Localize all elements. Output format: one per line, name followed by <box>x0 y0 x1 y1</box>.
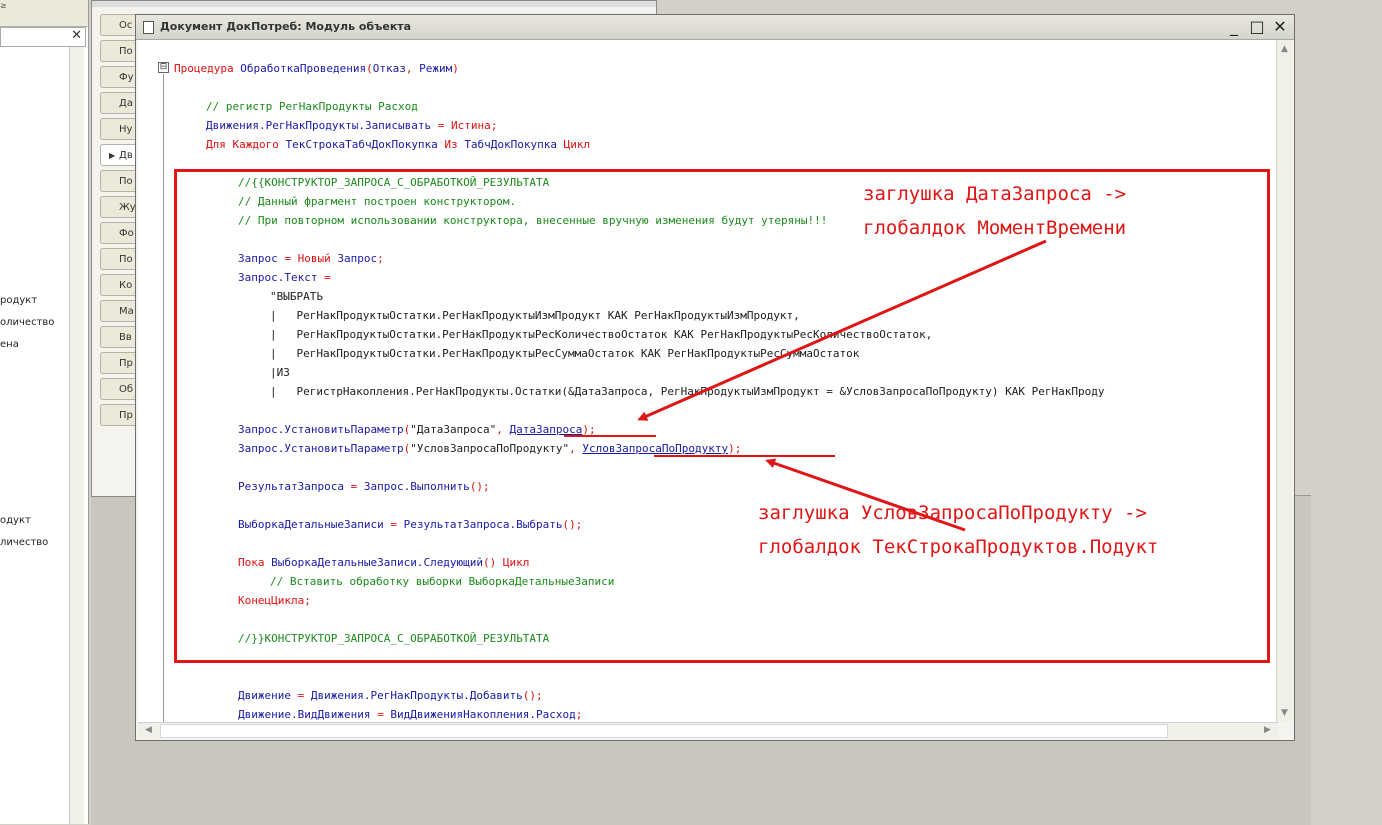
horizontal-scroll-thumb[interactable] <box>160 724 1168 738</box>
arrow-to-date-param <box>637 239 1047 421</box>
tree-item[interactable]: одукт <box>0 515 31 526</box>
form-tab[interactable]: По <box>100 170 140 192</box>
close-button[interactable]: ✕ <box>1270 17 1290 37</box>
form-tab[interactable]: Вв <box>100 326 140 348</box>
tree-item[interactable]: ена <box>0 339 19 350</box>
form-tab[interactable]: Фо <box>100 222 140 244</box>
annotation-arrows <box>564 239 1047 532</box>
left-panel-scrollbar[interactable] <box>69 47 84 824</box>
tree-item[interactable]: оличество <box>0 317 54 328</box>
document-icon <box>143 21 154 34</box>
tree-item[interactable]: родукт <box>0 295 37 306</box>
form-tab[interactable]: Ос <box>100 14 140 36</box>
left-panel-close-icon[interactable]: ✕ <box>71 28 82 43</box>
form-tab-label: Дв <box>119 150 133 161</box>
module-editor-window: Документ ДокПотреб: Модуль объекта _ □ ✕… <box>135 14 1295 741</box>
left-panel: ≥ ✕ родукт оличество ена одукт личество <box>0 0 89 824</box>
maximize-button[interactable]: □ <box>1247 17 1267 37</box>
form-tab[interactable]: Пр <box>100 404 140 426</box>
module-window-titlebar[interactable]: Документ ДокПотреб: Модуль объекта _ □ ✕ <box>136 15 1294 40</box>
form-tab[interactable]: Жу <box>100 196 140 218</box>
form-tab[interactable]: По <box>100 248 140 270</box>
left-panel-header: ≥ <box>0 0 88 27</box>
module-window-title: Документ ДокПотреб: Модуль объекта <box>160 20 412 33</box>
form-tab[interactable]: Ну <box>100 118 140 140</box>
form-tab[interactable]: По <box>100 40 140 62</box>
form-tab[interactable]: Ма <box>100 300 140 322</box>
scroll-left-icon[interactable]: ◀ <box>141 723 156 738</box>
active-tab-arrow-icon: ▶ <box>109 151 116 160</box>
form-tab-active[interactable]: ▶ Дв <box>100 144 140 166</box>
form-tab[interactable]: Об <box>100 378 140 400</box>
tree-item[interactable]: личество <box>0 537 48 548</box>
left-panel-tiny-label: ≥ <box>0 1 7 10</box>
form-tab[interactable]: Ко <box>100 274 140 296</box>
code-editor[interactable]: ⊟ Процедура ОбработкаПроведения(Отказ, Р… <box>138 40 1278 722</box>
scroll-right-icon[interactable]: ▶ <box>1260 723 1275 738</box>
scroll-down-icon[interactable]: ▼ <box>1277 706 1292 720</box>
minimize-button[interactable]: _ <box>1224 17 1244 37</box>
form-tab[interactable]: Да <box>100 92 140 114</box>
form-tab[interactable]: Пр <box>100 352 140 374</box>
scroll-up-icon[interactable]: ▲ <box>1277 42 1292 56</box>
arrow-to-product-param <box>765 458 966 532</box>
document-form-titlebar <box>92 1 656 7</box>
form-tab[interactable]: Фу <box>100 66 140 88</box>
editor-vertical-scrollbar[interactable]: ▲ ▼ <box>1276 40 1292 722</box>
editor-horizontal-scrollbar[interactable]: ◀ ▶ <box>138 722 1278 738</box>
